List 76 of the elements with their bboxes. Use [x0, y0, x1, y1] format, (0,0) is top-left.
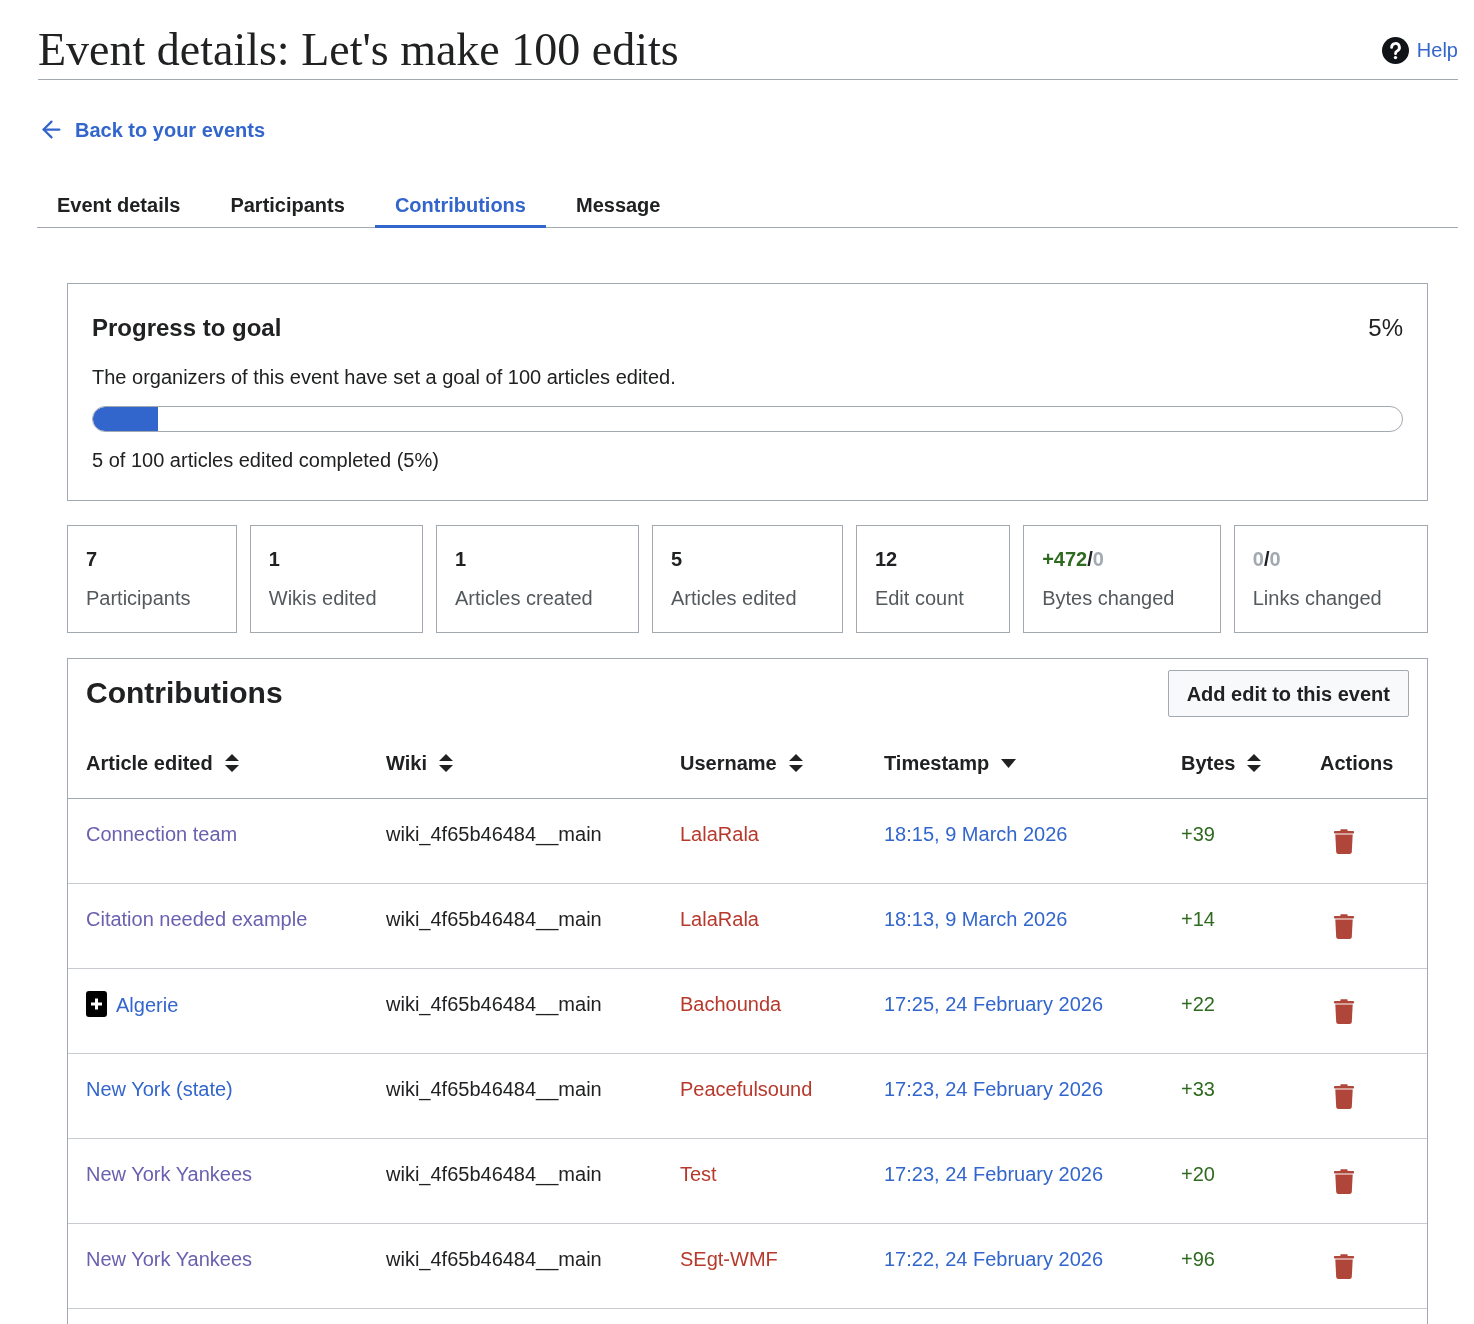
trash-icon: [1334, 999, 1354, 1024]
article-link[interactable]: New York Yankees: [86, 1162, 253, 1186]
username-link[interactable]: LalaRala: [680, 907, 759, 931]
username-link[interactable]: SEgt-WMF: [680, 1247, 778, 1271]
wiki-name: wiki_4f65b46484__main: [386, 1247, 602, 1271]
tab[interactable]: Message: [555, 184, 681, 228]
stat-value: 5: [671, 547, 684, 571]
stat-label: Articles created: [454, 586, 594, 610]
bytes-change: +33: [1181, 1077, 1215, 1101]
progress-percent: 5%: [1368, 314, 1403, 342]
username-link[interactable]: Test: [680, 1162, 717, 1186]
delete-button[interactable]: [1334, 829, 1354, 854]
delete-button[interactable]: [1334, 1084, 1354, 1109]
help-icon: [1381, 36, 1409, 64]
bytes-change: +22: [1181, 992, 1215, 1016]
bytes-change: +14: [1181, 907, 1215, 931]
article-link[interactable]: New York Yankees: [86, 1247, 253, 1271]
article-link[interactable]: New York (state): [86, 1077, 233, 1101]
stat-label: Bytes changed: [1042, 586, 1176, 610]
column-header[interactable]: Username: [680, 751, 803, 775]
trash-icon: [1334, 914, 1354, 939]
timestamp-link[interactable]: 17:25, 24 February 2026: [884, 992, 1104, 1016]
tab[interactable]: Participants: [210, 184, 365, 228]
bytes-change: +96: [1181, 1247, 1215, 1271]
wiki-name: wiki_4f65b46484__main: [386, 1077, 602, 1101]
stat-value: 7: [86, 547, 99, 571]
bytes-change: +39: [1181, 822, 1215, 846]
wiki-name: wiki_4f65b46484__main: [386, 1162, 602, 1186]
progress-summary: 5 of 100 articles edited completed (5%): [92, 448, 440, 472]
stat-label: Links changed: [1252, 586, 1383, 610]
stat-label: Edit count: [874, 586, 965, 610]
stat-value: 1: [454, 547, 467, 571]
bytes-change: +20: [1181, 1162, 1215, 1186]
column-header[interactable]: Wiki: [386, 751, 453, 775]
trash-icon: [1334, 829, 1354, 854]
tab[interactable]: Contributions: [374, 184, 546, 228]
timestamp-link[interactable]: 17:23, 24 February 2026: [884, 1077, 1104, 1101]
tab[interactable]: Event details: [37, 184, 201, 228]
stat-value: 0/0: [1252, 547, 1282, 571]
trash-icon: [1334, 1254, 1354, 1279]
stat-value: 1: [268, 547, 281, 571]
article-link[interactable]: Algerie: [116, 992, 179, 1017]
page-title: Event details: Let's make 100 edits: [38, 25, 679, 75]
delete-button[interactable]: [1334, 914, 1354, 939]
column-header[interactable]: Article edited: [86, 751, 239, 775]
trash-icon: [1334, 1084, 1354, 1109]
timestamp-link[interactable]: 17:22, 24 February 2026: [884, 1247, 1104, 1271]
help-link[interactable]: Help: [1381, 36, 1458, 64]
add-edit-button[interactable]: Add edit to this event: [1167, 670, 1409, 717]
contributions-title: Contributions: [86, 675, 283, 711]
timestamp-link[interactable]: 18:13, 9 March 2026: [884, 907, 1068, 931]
delete-button[interactable]: [1334, 1254, 1354, 1279]
stat-label: Articles edited: [671, 586, 798, 610]
stat-label: Participants: [86, 586, 192, 610]
goal-description: The organizers of this event have set a goal of 100 articles edited.: [92, 365, 677, 389]
username-link[interactable]: LalaRala: [680, 822, 759, 846]
wiki-name: wiki_4f65b46484__main: [386, 822, 602, 846]
timestamp-link[interactable]: 17:23, 24 February 2026: [884, 1162, 1104, 1186]
progress-title: Progress to goal: [92, 314, 282, 342]
delete-button[interactable]: [1334, 999, 1354, 1024]
column-header: Actions: [1320, 751, 1394, 775]
article-link[interactable]: Connection team: [86, 822, 238, 846]
wiki-name: wiki_4f65b46484__main: [386, 992, 602, 1016]
username-link[interactable]: Peacefulsound: [680, 1077, 813, 1101]
stat-value: +472/0: [1042, 547, 1105, 571]
wiki-name: wiki_4f65b46484__main: [386, 907, 602, 931]
column-header[interactable]: Timestamp: [884, 751, 1017, 775]
delete-button[interactable]: [1334, 1169, 1354, 1194]
back-link[interactable]: Back to your events: [38, 116, 266, 143]
stat-label: Wikis edited: [268, 586, 378, 610]
article-link[interactable]: Citation needed example: [86, 907, 308, 931]
column-header[interactable]: Bytes: [1181, 751, 1262, 775]
username-link[interactable]: Bachounda: [680, 992, 782, 1016]
timestamp-link[interactable]: 18:15, 9 March 2026: [884, 822, 1068, 846]
stat-value: 12: [874, 547, 899, 571]
trash-icon: [1334, 1169, 1354, 1194]
